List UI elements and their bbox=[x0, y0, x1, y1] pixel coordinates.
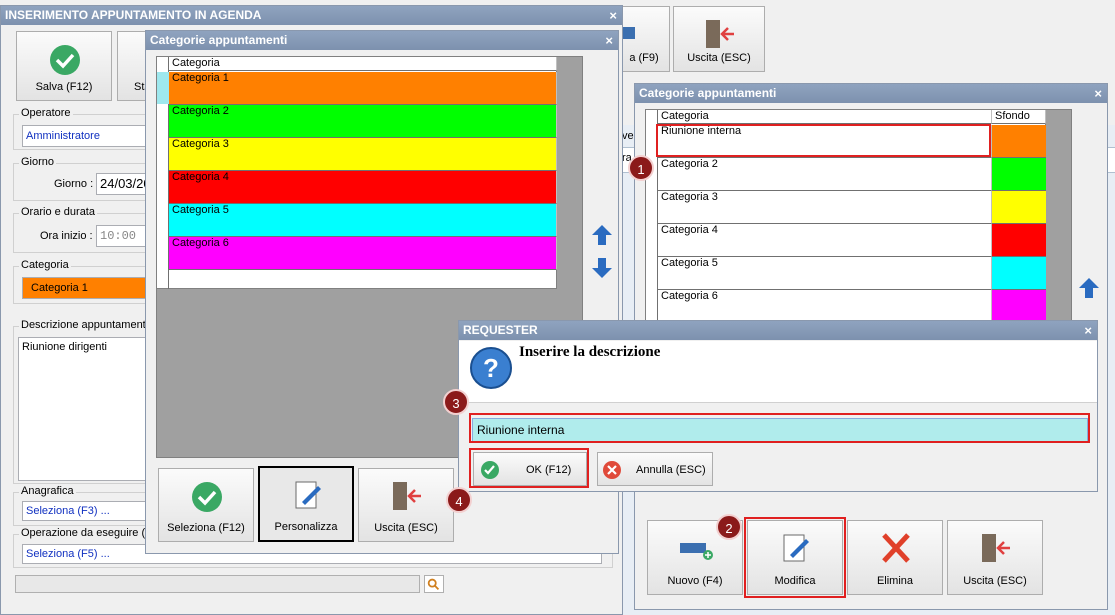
magnifier-icon bbox=[427, 578, 440, 590]
delete-x-icon bbox=[882, 533, 910, 563]
operatore-label: Operatore bbox=[19, 107, 73, 119]
categories-left-grid-body: Categoria Categoria 1 Categoria 2 Catego… bbox=[157, 57, 557, 289]
categoria-column-header: Categoria bbox=[658, 110, 992, 124]
requester-titlebar: REQUESTER × bbox=[459, 321, 1097, 340]
requester-title: REQUESTER bbox=[463, 323, 538, 337]
highlight-input bbox=[469, 413, 1090, 443]
select-button[interactable]: Seleziona (F12) bbox=[158, 468, 254, 542]
save-button[interactable]: Salva (F12) bbox=[16, 31, 112, 101]
operatore-group: Operatore Amministratore bbox=[13, 107, 157, 150]
exit-door-icon bbox=[706, 20, 734, 48]
edit-document-icon bbox=[295, 481, 321, 509]
exit-door-icon bbox=[393, 482, 421, 510]
giorno-label: Giorno : bbox=[54, 178, 94, 190]
row-selector-active bbox=[157, 72, 169, 104]
category-color-swatch bbox=[992, 191, 1046, 224]
cancel-label: Annulla (ESC) bbox=[636, 464, 706, 476]
exit-door-icon bbox=[982, 534, 1010, 562]
delete-button[interactable]: Elimina bbox=[847, 520, 943, 595]
categories-right-title: Categorie appuntamenti bbox=[639, 86, 777, 100]
operazione-group-label: Operazione da eseguire (F bbox=[19, 527, 154, 539]
category-row[interactable]: Categoria 5 bbox=[658, 257, 992, 290]
category-row[interactable]: Categoria 3 bbox=[658, 191, 992, 224]
category-row[interactable]: Categoria 3 bbox=[169, 138, 557, 171]
select-label: Seleziona (F12) bbox=[167, 522, 245, 534]
close-icon[interactable]: × bbox=[1094, 84, 1102, 103]
cancel-x-icon bbox=[603, 461, 621, 479]
svg-text:?: ? bbox=[483, 353, 499, 383]
exit-button[interactable]: Uscita (ESC) bbox=[947, 520, 1043, 595]
new-label: Nuovo (F4) bbox=[667, 575, 723, 587]
ora-inizio-label: Ora inizio : bbox=[40, 230, 93, 242]
descrizione-group-label: Descrizione appuntamento bbox=[19, 319, 154, 331]
step-badge-2: 2 bbox=[716, 514, 742, 540]
category-row[interactable]: Categoria 4 bbox=[169, 171, 557, 204]
category-row[interactable]: Categoria 1 bbox=[169, 72, 557, 105]
question-icon: ? bbox=[470, 347, 512, 389]
orario-group-label: Orario e durata bbox=[19, 206, 97, 218]
giorno-group: Giorno Giorno : 24/03/20 bbox=[13, 156, 156, 201]
descrizione-group: Descrizione appuntamento Riunione dirige… bbox=[13, 319, 158, 484]
bg-exit-label: Uscita (ESC) bbox=[687, 52, 751, 64]
anagrafica-group-label: Anagrafica bbox=[19, 485, 76, 497]
category-row[interactable]: Categoria 6 bbox=[169, 237, 557, 270]
step-badge-4: 4 bbox=[446, 487, 472, 513]
requester-prompt: Inserire la descrizione bbox=[519, 344, 661, 360]
category-color-swatch bbox=[992, 224, 1046, 257]
customize-button[interactable]: Personalizza bbox=[258, 466, 354, 542]
cancel-button[interactable]: Annulla (ESC) bbox=[597, 452, 713, 486]
categories-left-titlebar: Categorie appuntamenti × bbox=[146, 31, 618, 50]
category-color-swatch bbox=[992, 158, 1046, 191]
exit-label: Uscita (ESC) bbox=[374, 522, 438, 534]
close-icon[interactable]: × bbox=[605, 31, 613, 50]
save-label: Salva (F12) bbox=[35, 81, 93, 93]
highlight-first-row bbox=[656, 124, 991, 157]
category-color-swatch bbox=[992, 125, 1046, 158]
orario-group: Orario e durata Ora inizio : 10:00 bbox=[13, 206, 156, 253]
exit-button[interactable]: Uscita (ESC) bbox=[358, 468, 454, 542]
category-color-swatch bbox=[992, 257, 1046, 290]
step-badge-3: 3 bbox=[443, 389, 469, 415]
category-color-swatch bbox=[992, 290, 1046, 323]
move-up-arrow-icon[interactable] bbox=[590, 223, 614, 247]
categories-right-titlebar: Categorie appuntamenti × bbox=[635, 84, 1107, 103]
move-down-arrow-icon[interactable] bbox=[590, 256, 614, 280]
status-bar bbox=[15, 575, 420, 593]
category-row[interactable]: Categoria 2 bbox=[658, 158, 992, 191]
categories-left-title: Categorie appuntamenti bbox=[150, 33, 288, 47]
highlight-edit-button bbox=[744, 517, 846, 598]
delete-label: Elimina bbox=[876, 575, 914, 587]
main-window-titlebar: INSERIMENTO APPUNTAMENTO IN AGENDA × bbox=[1, 6, 622, 25]
checkmark-icon bbox=[192, 482, 222, 512]
step-badge-1: 1 bbox=[628, 155, 654, 181]
category-row[interactable]: Categoria 4 bbox=[658, 224, 992, 257]
category-row[interactable]: Categoria 2 bbox=[169, 105, 557, 138]
customize-label: Personalizza bbox=[274, 521, 338, 533]
requester-body: ? Inserire la descrizione bbox=[459, 341, 1097, 403]
categoria-field[interactable]: Categoria 1 bbox=[22, 277, 157, 299]
bg-exit-button[interactable]: Uscita (ESC) bbox=[673, 6, 765, 72]
categoria-group: Categoria Categoria 1 bbox=[13, 259, 157, 304]
exit-label: Uscita (ESC) bbox=[963, 575, 1027, 587]
operatore-field[interactable]: Amministratore bbox=[22, 125, 157, 147]
close-icon[interactable]: × bbox=[609, 6, 617, 25]
checkmark-icon bbox=[50, 45, 80, 75]
highlight-ok-button bbox=[469, 448, 589, 488]
bg-right-snip1: ve bbox=[622, 130, 634, 142]
categoria-column-header: Categoria bbox=[169, 57, 557, 71]
descrizione-textarea[interactable]: Riunione dirigenti bbox=[18, 337, 158, 481]
category-row[interactable]: Categoria 6 bbox=[658, 290, 992, 323]
zoom-button[interactable] bbox=[424, 575, 444, 593]
categoria-group-label: Categoria bbox=[19, 259, 71, 271]
giorno-group-label: Giorno bbox=[19, 156, 57, 168]
move-up-arrow-icon[interactable] bbox=[1077, 276, 1101, 300]
main-window-title: INSERIMENTO APPUNTAMENTO IN AGENDA bbox=[5, 8, 262, 22]
sfondo-column-header: Sfondo bbox=[992, 110, 1046, 124]
category-row[interactable]: Categoria 5 bbox=[169, 204, 557, 237]
close-icon[interactable]: × bbox=[1084, 321, 1092, 340]
